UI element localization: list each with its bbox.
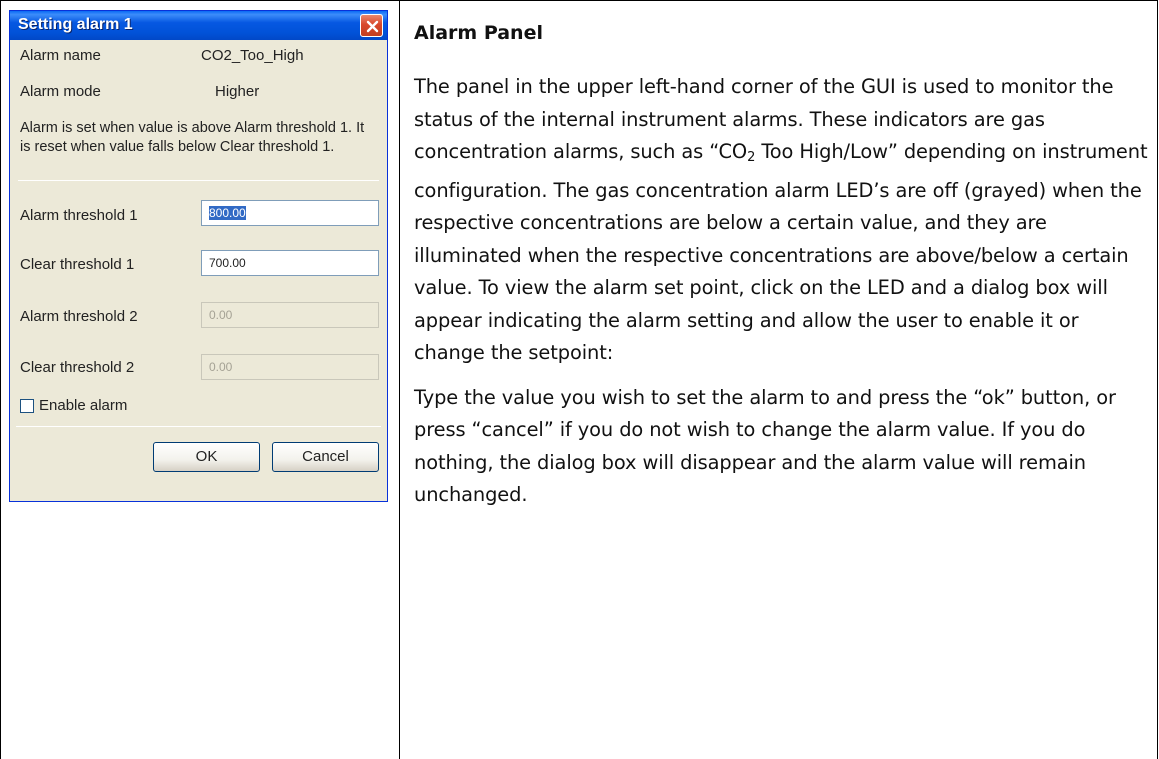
alarm-mode-value: Higher [215,83,260,100]
enable-alarm-checkbox[interactable] [20,399,34,413]
paragraph-2: Type the value you wish to set the alarm… [414,385,1116,507]
cancel-button[interactable]: Cancel [272,442,379,472]
dialog-titlebar[interactable]: Setting alarm 1 [10,11,387,40]
separator [18,180,379,181]
alarm-name-label: Alarm name [20,47,101,64]
dialog-body: Alarm name CO2_Too_High Alarm mode Highe… [14,40,383,498]
document-table: Setting alarm 1 Alarm name CO2_Too_High … [0,0,1159,759]
paragraph-1: The panel in the upper left-hand corner … [414,71,1149,370]
section-heading: Alarm Panel [414,22,543,44]
alarm-name-value: CO2_Too_High [201,47,304,64]
clear-threshold-2-label: Clear threshold 2 [20,359,135,376]
alarm-panel-text: Alarm Panel The panel in the upper left-… [414,18,1149,512]
alarm-threshold-2-label: Alarm threshold 2 [20,308,138,325]
enable-alarm-label[interactable]: Enable alarm [39,397,127,414]
clear-threshold-1-label: Clear threshold 1 [20,256,135,273]
clear-threshold-2-input: 0.00 [201,354,379,380]
table-column-divider [399,0,400,759]
table-left-border [0,0,1,759]
alarm-threshold-2-input: 0.00 [201,302,379,328]
alarm-mode-label: Alarm mode [20,83,101,100]
button-separator [16,426,381,427]
clear-threshold-1-input[interactable]: 700.00 [201,250,379,276]
ok-button[interactable]: OK [153,442,260,472]
table-top-border [0,0,1158,1]
setting-alarm-dialog: Setting alarm 1 Alarm name CO2_Too_High … [9,10,388,502]
alarm-threshold-1-label: Alarm threshold 1 [20,207,138,224]
alarm-threshold-1-input[interactable]: 800.00 [201,200,379,226]
alarm-threshold-1-value: 800.00 [209,206,246,220]
paragraph-1-part-b: Too High/Low” depending on instrument co… [414,140,1148,364]
alarm-description: Alarm is set when value is above Alarm t… [20,120,365,155]
close-button[interactable] [360,14,383,37]
close-icon [366,20,379,33]
dialog-title: Setting alarm 1 [18,16,133,33]
table-right-border [1157,0,1158,759]
